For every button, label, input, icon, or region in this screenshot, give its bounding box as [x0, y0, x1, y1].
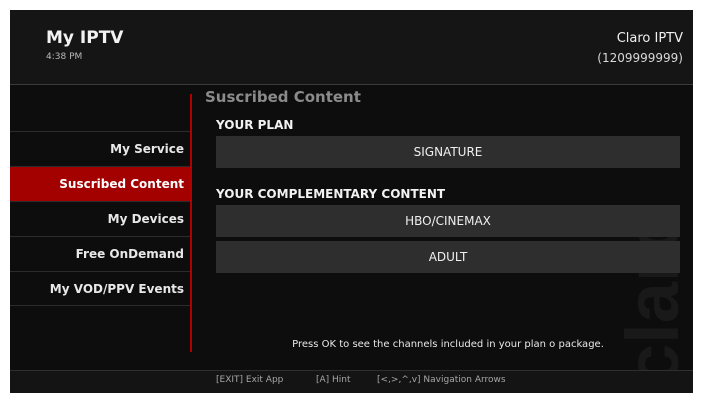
- menu-item-my-vod-ppv-events[interactable]: My VOD/PPV Events: [10, 271, 190, 306]
- account-number: (1209999999): [597, 51, 683, 65]
- menu-item-free-ondemand[interactable]: Free OnDemand: [10, 236, 190, 271]
- iptv-screen: My IPTV 4:38 PM Claro IPTV (1209999999) …: [10, 10, 693, 393]
- clock: 4:38 PM: [46, 52, 83, 62]
- complementary-item-adult[interactable]: ADULT: [216, 241, 680, 273]
- complementary-item-hbo-cinemax[interactable]: HBO/CINEMAX: [216, 205, 680, 237]
- menu-item-suscribed-content[interactable]: Suscribed Content: [10, 166, 190, 201]
- operator-name: Claro IPTV: [616, 31, 683, 46]
- header-bar: My IPTV 4:38 PM Claro IPTV (1209999999): [10, 10, 693, 84]
- plan-heading: YOUR PLAN: [216, 118, 294, 132]
- ok-hint-text: Press OK to see the channels included in…: [292, 339, 604, 350]
- menu-divider: [190, 94, 192, 352]
- footer-bar: [EXIT] Exit App [A] Hint [<,>,^,v] Navig…: [10, 370, 693, 393]
- footer-navigation-keys: [<,>,^,v] Navigation Arrows: [377, 375, 506, 385]
- plan-button[interactable]: SIGNATURE: [216, 136, 680, 168]
- footer-exit-key: [EXIT] Exit App: [216, 375, 284, 385]
- menu-item-my-service[interactable]: My Service: [10, 131, 190, 166]
- footer-hint-key: [A] Hint: [316, 375, 351, 385]
- menu-item-my-devices[interactable]: My Devices: [10, 201, 190, 236]
- header-divider: [10, 84, 693, 85]
- app-title: My IPTV: [46, 28, 124, 48]
- section-title: Suscribed Content: [205, 88, 361, 106]
- complementary-heading: YOUR COMPLEMENTARY CONTENT: [216, 187, 446, 201]
